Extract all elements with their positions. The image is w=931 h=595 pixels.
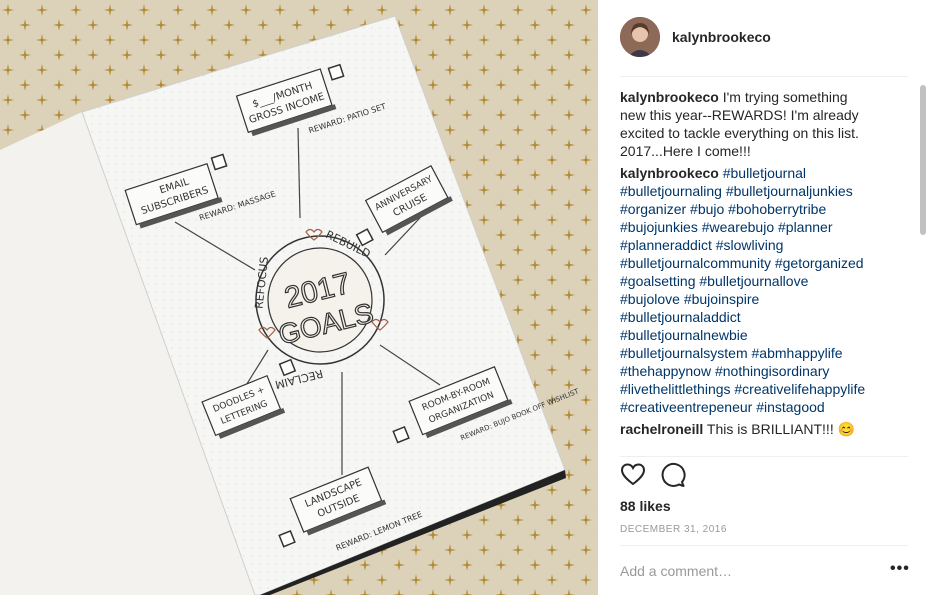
add-comment-input[interactable]: Add a comment… xyxy=(620,563,732,579)
actions-divider xyxy=(620,456,908,457)
comment-caption: kalynbrookeco I'm trying something new t… xyxy=(620,88,890,160)
comment-divider xyxy=(620,545,908,546)
comment-icon[interactable] xyxy=(660,462,686,488)
close-icon[interactable]: ✕ xyxy=(888,420,890,438)
like-count[interactable]: 88 likes xyxy=(620,498,671,514)
post-sidebar: kalynbrookeco kalynbrookeco I'm trying s… xyxy=(598,0,931,595)
post-photo[interactable]: 2017 GOALS REFOCUS REBUILD RECLAIM $___/… xyxy=(0,0,598,595)
header-divider xyxy=(620,76,908,77)
more-icon[interactable]: ••• xyxy=(890,560,910,578)
comment-hashtags: kalynbrookeco #bulletjournal #bulletjour… xyxy=(620,164,890,416)
comment-hashtag-links[interactable]: #bulletjournal #bulletjournaling #bullet… xyxy=(620,165,865,415)
goal-income-checkbox xyxy=(327,63,345,81)
heart-icon[interactable] xyxy=(620,462,646,488)
post-header: kalynbrookeco xyxy=(598,0,931,76)
post-author-username[interactable]: kalynbrookeco xyxy=(672,29,771,45)
comment-reply: rachelroneill This is BRILLIANT!!! 😊 ✕ xyxy=(620,420,890,438)
comments-list[interactable]: kalynbrookeco I'm trying something new t… xyxy=(620,88,890,454)
goal-email-checkbox xyxy=(210,153,228,171)
comments-scrollbar[interactable] xyxy=(919,83,927,463)
close-icon[interactable]: ✕ xyxy=(888,164,890,182)
comment-username[interactable]: rachelroneill xyxy=(620,421,703,437)
scrollbar-thumb[interactable] xyxy=(920,85,926,235)
comment-username[interactable]: kalynbrookeco xyxy=(620,165,719,181)
post-date: DECEMBER 31, 2016 xyxy=(620,524,727,535)
comment-text: This is BRILLIANT!!! 😊 xyxy=(706,421,856,437)
avatar[interactable] xyxy=(620,17,660,57)
comment-username[interactable]: kalynbrookeco xyxy=(620,89,719,105)
bullet-journal-photo: 2017 GOALS REFOCUS REBUILD RECLAIM $___/… xyxy=(0,0,598,595)
avatar-image xyxy=(620,17,660,57)
